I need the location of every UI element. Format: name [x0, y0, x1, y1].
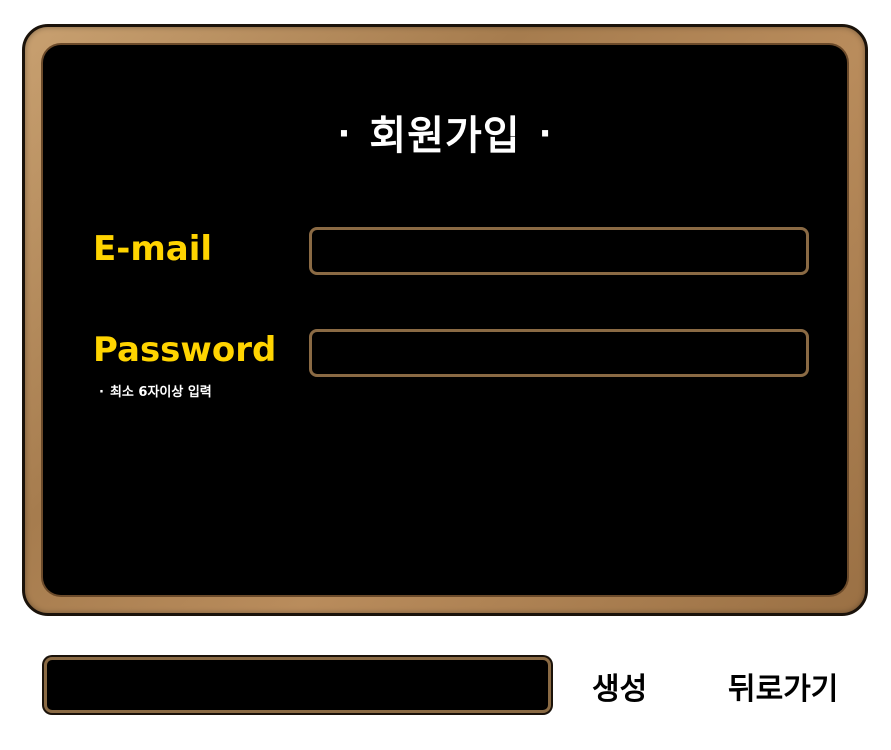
chalkboard-frame: · 회원가입 · E-mail Password · 최소 6자이상 입력 — [22, 24, 868, 616]
email-label: E-mail — [93, 229, 213, 269]
password-label: Password — [93, 330, 277, 370]
create-button[interactable]: 생성 — [592, 664, 647, 708]
password-hint: · 최소 6자이상 입력 — [99, 381, 212, 400]
password-hint-text: 최소 6자이상 입력 — [109, 385, 212, 400]
password-hint-bullet: · — [99, 385, 104, 400]
status-message-box — [44, 657, 551, 713]
email-field[interactable] — [309, 227, 809, 275]
page-title: · 회원가입 · — [43, 103, 847, 161]
chalkboard: · 회원가입 · E-mail Password · 최소 6자이상 입력 — [43, 45, 847, 595]
signup-screen: · 회원가입 · E-mail Password · 최소 6자이상 입력 생성 뒤로… — [0, 0, 891, 750]
title-dot-right: · — [538, 114, 553, 154]
title-dot-left: · — [337, 114, 352, 154]
back-button[interactable]: 뒤로가기 — [728, 664, 838, 708]
password-field[interactable] — [309, 329, 809, 377]
title-text: 회원가입 — [369, 113, 521, 159]
